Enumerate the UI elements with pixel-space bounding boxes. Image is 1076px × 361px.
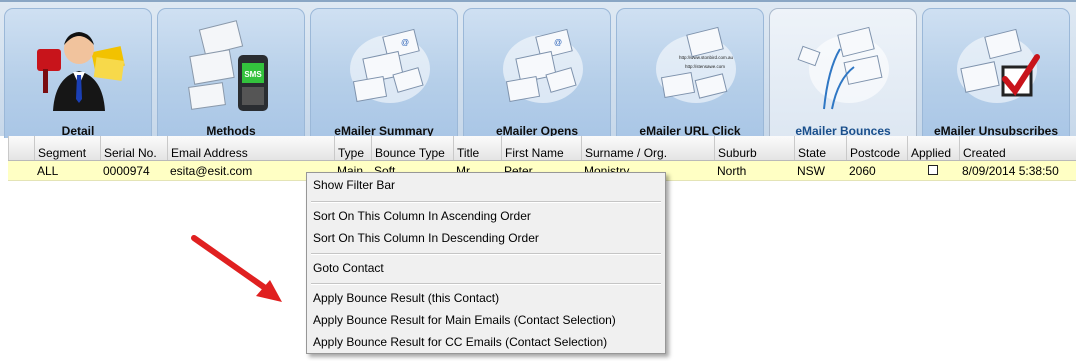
- column-header-postcode[interactable]: Postcode: [846, 136, 907, 160]
- column-header-bounce-type[interactable]: Bounce Type: [371, 136, 453, 160]
- email-unsubscribe-checkbox-icon: [957, 28, 1040, 103]
- email-envelopes-icon: @: [503, 28, 583, 103]
- tab-emailer-summary[interactable]: @ eMailer Summary: [310, 8, 458, 138]
- applied-checkbox[interactable]: [928, 165, 938, 175]
- menu-item-goto-contact[interactable]: Goto Contact: [313, 258, 384, 278]
- url-icon-text: http://stensawe.com: [685, 64, 725, 69]
- menu-separator: [311, 253, 661, 255]
- grid-header: Segment Serial No. Email Address Type Bo…: [8, 136, 1076, 161]
- svg-text:@: @: [401, 38, 409, 47]
- cell-segment: ALL: [37, 164, 59, 178]
- cell-postcode: 2060: [849, 164, 876, 178]
- column-header-type[interactable]: Type: [334, 136, 371, 160]
- menu-separator: [311, 201, 661, 203]
- column-header-created[interactable]: Created: [959, 136, 1076, 160]
- menu-item-sort-ascending[interactable]: Sort On This Column In Ascending Order: [313, 206, 531, 226]
- menu-item-apply-bounce-this-contact[interactable]: Apply Bounce Result (this Contact): [313, 288, 499, 308]
- column-header-first-name[interactable]: First Name: [501, 136, 581, 160]
- cell-suburb: North: [717, 164, 747, 178]
- menu-separator: [311, 283, 661, 285]
- menu-item-sort-descending[interactable]: Sort On This Column In Descending Order: [313, 228, 539, 248]
- contact-person-icon: [37, 32, 125, 111]
- column-header-email-address[interactable]: Email Address: [167, 136, 334, 160]
- svg-text:@: @: [554, 38, 562, 47]
- tab-emailer-opens[interactable]: @ eMailer Opens: [463, 8, 611, 138]
- column-header-applied[interactable]: Applied: [907, 136, 959, 160]
- cell-serial-no: 0000974: [103, 164, 150, 178]
- tab-methods[interactable]: SMS Methods: [157, 8, 305, 138]
- tab-emailer-bounces[interactable]: eMailer Bounces: [769, 8, 917, 138]
- tab-emailer-unsubscribes[interactable]: eMailer Unsubscribes: [922, 8, 1070, 138]
- column-header-surname-org[interactable]: Surname / Org.: [581, 136, 714, 160]
- email-envelopes-icon: @: [350, 28, 430, 103]
- svg-text:SMS: SMS: [244, 70, 262, 79]
- email-url-icon: http://www.stonbird.com.au http://stensa…: [656, 26, 736, 103]
- menu-item-apply-bounce-main-emails[interactable]: Apply Bounce Result for Main Emails (Con…: [313, 310, 616, 330]
- tab-strip: Detail SMS Methods @ eMailer Summary @ e…: [0, 0, 1076, 138]
- annotation-arrow: [191, 235, 282, 302]
- tab-emailer-url-click[interactable]: http://www.stonbird.com.au http://stensa…: [616, 8, 764, 138]
- column-header-segment[interactable]: Segment: [34, 136, 100, 160]
- header-indicator: [8, 136, 34, 160]
- context-menu: Show Filter Bar Sort On This Column In A…: [306, 172, 666, 354]
- column-header-title[interactable]: Title: [453, 136, 501, 160]
- email-bounce-icon: [797, 26, 889, 110]
- tab-detail[interactable]: Detail: [4, 8, 152, 138]
- column-header-serial-no[interactable]: Serial No.: [100, 136, 167, 160]
- url-icon-text: http://www.stonbird.com.au: [679, 55, 734, 60]
- menu-item-apply-bounce-cc-emails[interactable]: Apply Bounce Result for CC Emails (Conta…: [313, 332, 607, 352]
- column-header-state[interactable]: State: [794, 136, 846, 160]
- cell-created: 8/09/2014 5:38:50: [962, 164, 1059, 178]
- cell-state: NSW: [797, 164, 825, 178]
- column-header-suburb[interactable]: Suburb: [714, 136, 794, 160]
- methods-sms-email-icon: SMS: [188, 20, 268, 111]
- menu-item-show-filter-bar[interactable]: Show Filter Bar: [313, 175, 395, 195]
